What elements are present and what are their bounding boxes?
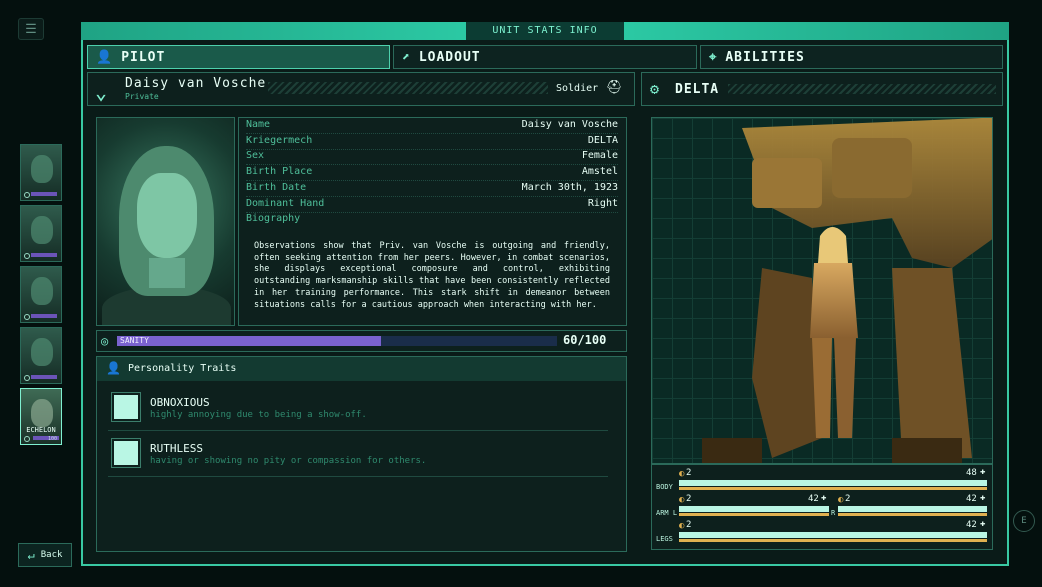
info-row: Sex Female (246, 150, 618, 165)
stat-bar (679, 480, 987, 486)
spiral-icon: ◎ (101, 334, 109, 348)
armor-icon: ◐ (838, 495, 844, 505)
sanity-label: SANITY (120, 336, 149, 345)
stat-sub-bar (679, 513, 829, 516)
trait-icon (111, 392, 141, 422)
trait-icon (111, 438, 141, 468)
e-key-hint[interactable]: E (1013, 510, 1035, 532)
armor-icon: ◐ (679, 469, 685, 479)
stat-left-value: 2 (845, 494, 851, 504)
plus-icon: ✚ (821, 493, 827, 503)
mech-render (651, 117, 993, 464)
armor-icon: ◐ (679, 495, 685, 505)
info-row: Birth Date March 30th, 1923 (246, 182, 618, 197)
trait-desc: highly annoying due to being a show-off. (150, 410, 367, 420)
tab-loadout[interactable]: ⬈ LOADOUT (393, 45, 697, 69)
armor-icon: ◐ (679, 521, 685, 531)
tab-label: LOADOUT (418, 49, 481, 65)
mech-illustration (702, 118, 992, 463)
trait-desc: having or showing no pity or compassion … (150, 456, 427, 466)
tab-label: PILOT (121, 49, 166, 65)
pilot-rank: Private (125, 92, 159, 101)
stat-bar (679, 532, 987, 538)
stat-sub-bar (679, 487, 987, 490)
pilot-class: Soldier (556, 83, 599, 94)
plus-icon: ✚ (980, 493, 986, 503)
plus-icon: ✚ (980, 467, 986, 477)
stat-mid-label: R (831, 509, 836, 517)
header-hatch (728, 84, 996, 94)
stat-right-value: 42 (966, 494, 977, 504)
stat-right-value: 42 (966, 520, 977, 530)
trait-name: RUTHLESS (150, 442, 203, 455)
sanity-value: 60/100 (563, 333, 607, 347)
info-row: Dominant Hand Right (246, 198, 618, 213)
traits-title: Personality Traits (128, 363, 237, 374)
stat-sub-bar (679, 539, 987, 542)
trait-name: OBNOXIOUS (150, 396, 210, 409)
info-row: Birth Place Amstel (246, 166, 618, 181)
roster-pilot-2[interactable] (20, 205, 62, 262)
helmet-icon: ⛑ (606, 80, 623, 95)
roster-label: ECHELON (26, 426, 56, 434)
tab-abilities[interactable]: ⌖ ABILITIES (700, 45, 1003, 69)
person-icon: 👤 (106, 361, 121, 375)
pilot-name: Daisy van Vosche (125, 76, 267, 91)
roster-value: 100 (47, 436, 57, 442)
divider (108, 476, 608, 477)
roster-pilot-4[interactable] (20, 327, 62, 384)
stat-label: LEGS (656, 535, 673, 543)
mech-name: DELTA (675, 82, 720, 97)
pilot-portrait (96, 117, 235, 326)
mech-icon: ⚙ (650, 80, 660, 98)
stat-left-value: 2 (686, 494, 692, 504)
hamburger-icon: ☰ (25, 21, 37, 37)
sanity-fill (117, 336, 381, 346)
stat-bar (679, 506, 829, 512)
page-title: UNIT STATS INFO (466, 22, 624, 40)
stat-label: ARM L (656, 509, 678, 517)
stat-left-value: 2 (686, 520, 692, 530)
info-row: Name Daisy van Vosche (246, 119, 618, 134)
mech-icon: ⬈ (402, 49, 411, 65)
plus-icon: ✚ (980, 519, 986, 529)
menu-button[interactable]: ☰ (18, 18, 44, 40)
header-hatch (268, 82, 548, 94)
stat-label: BODY (656, 483, 673, 491)
biography-text: Observations show that Priv. van Vosche … (254, 241, 610, 310)
crosshair-icon: ⌖ (709, 49, 718, 65)
return-icon: ↵ (27, 548, 35, 562)
chevron-down-icon: ⌄ (95, 80, 108, 104)
roster-pilot-3[interactable] (20, 266, 62, 323)
stat-right-value: 42 (808, 494, 819, 504)
stat-left-value: 2 (686, 468, 692, 478)
back-button[interactable]: ↵ Back (18, 543, 72, 567)
stat-bar (838, 506, 987, 512)
person-icon: 👤 (96, 49, 114, 65)
tab-label: ABILITIES (725, 49, 805, 65)
stat-sub-bar (838, 513, 987, 516)
tab-pilot[interactable]: 👤 PILOT (87, 45, 390, 69)
divider (108, 430, 608, 431)
roster-pilot-echelon[interactable]: ECHELON 100 (20, 388, 62, 445)
stat-right-value: 48 (966, 468, 977, 478)
info-row: Biography (246, 213, 301, 224)
roster-pilot-1[interactable] (20, 144, 62, 201)
info-row: Kriegermech DELTA (246, 135, 618, 150)
back-label: Back (40, 550, 63, 560)
